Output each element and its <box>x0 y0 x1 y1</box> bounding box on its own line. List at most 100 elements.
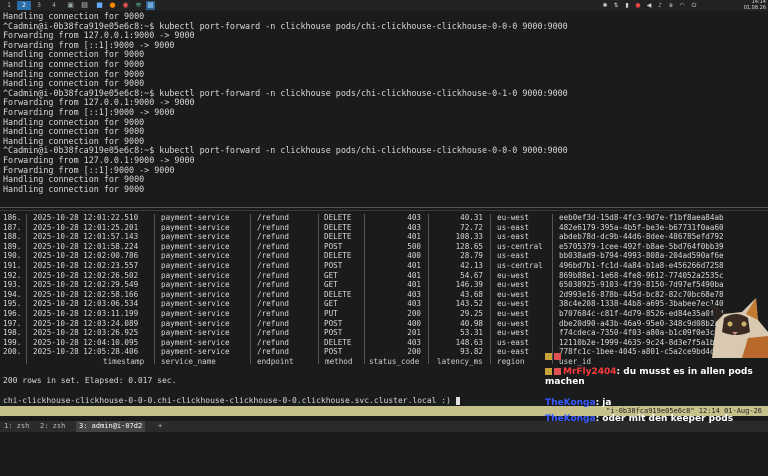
table-cell: 28.79 <box>460 251 483 261</box>
table-cell: /refund <box>257 289 290 299</box>
battery-icon[interactable]: ▮ <box>623 1 631 10</box>
table-cell: 2025-10-28 12:01:25.201 <box>33 222 139 232</box>
table-row: 192. 2025-10-28 12:02:26.502 payment-servi… <box>3 271 743 281</box>
column-separator <box>490 214 491 364</box>
chat-username: TheKonga <box>545 414 596 424</box>
table-cell: 188. <box>3 232 22 242</box>
chat-text: : oder mit den keeper pods <box>595 414 734 424</box>
table-cell: payment-service <box>161 213 230 222</box>
table-cell: 128.65 <box>455 241 483 251</box>
table-cell: 186. <box>3 213 22 222</box>
table-cell: DELETE <box>324 289 352 299</box>
column-header: service_name <box>161 357 216 366</box>
table-cell: payment-service <box>161 289 230 299</box>
table-cell: 194. <box>3 289 22 299</box>
column-header: endpoint <box>257 357 294 366</box>
table-row: 188. 2025-10-28 12:01:57.143 payment-servi… <box>3 232 743 242</box>
table-cell: payment-service <box>161 251 230 261</box>
chat-username: TheKonga <box>545 398 596 408</box>
workspace-3[interactable]: 3 <box>32 1 46 10</box>
volume-icon[interactable]: ◀ <box>645 1 653 10</box>
table-cell: 190. <box>3 251 22 261</box>
record-icon[interactable]: ● <box>634 1 642 10</box>
table-cell: GET <box>324 280 338 290</box>
table-cell: 54.67 <box>460 270 483 280</box>
table-cell: eu-west <box>497 280 530 290</box>
table-cell: 400 <box>407 318 421 328</box>
table-cell: 187. <box>3 222 22 232</box>
table-cell: 40.98 <box>460 318 483 328</box>
table-cell: payment-service <box>161 280 230 290</box>
clickhouse-prompt[interactable]: chi-clickhouse-clickhouse-0-0-0.chi-clic… <box>3 396 460 405</box>
table-row: 186. 2025-10-28 12:01:22.510 payment-servi… <box>3 213 743 223</box>
workspace-2[interactable]: 2 <box>17 1 31 10</box>
folder-icon[interactable]: ■ <box>95 1 104 10</box>
table-top-border <box>0 210 768 211</box>
tab-admin[interactable]: 3: admin@i-07d2 <box>76 421 146 432</box>
table-cell: 93.82 <box>460 347 483 357</box>
table-row: 189. 2025-10-28 12:01:58.224 payment-servi… <box>3 242 743 252</box>
editor-icon[interactable]: ≋ <box>134 1 143 10</box>
active-window-icon[interactable]: ▦ <box>146 1 155 10</box>
power-icon[interactable]: ⏻ <box>690 1 698 10</box>
table-cell: 192. <box>3 270 22 280</box>
table-cell: 193. <box>3 280 22 290</box>
table-cell: eu-west <box>497 299 530 309</box>
table-cell: PUT <box>324 309 338 318</box>
clock[interactable]: 14:14 01.08.26 <box>744 0 766 11</box>
table-cell: 403 <box>407 222 421 232</box>
workspace-1[interactable]: 1 <box>2 1 16 10</box>
table-cell: 403 <box>407 213 421 222</box>
table-cell: 200 <box>407 309 421 318</box>
table-row: 194. 2025-10-28 12:02:58.166 payment-servi… <box>3 290 743 300</box>
table-cell: 482e6179-395a-4b5f-be3e-b67731f0aa60 <box>559 222 724 232</box>
table-cell: POST <box>324 241 343 251</box>
firefox-icon[interactable]: ● <box>108 1 117 10</box>
table-cell: 2025-10-28 12:02:26.502 <box>33 270 139 280</box>
table-cell: eu-west <box>497 270 530 280</box>
table-cell: 65038925-9103-4f39-8150-7d97ef5490ba <box>559 280 724 290</box>
wifi-icon[interactable]: ◠ <box>678 1 686 10</box>
cat-webcam-overlay <box>710 298 768 358</box>
chat-message: MrFly2404: du musst es in allen pods mac… <box>545 367 768 387</box>
system-top-bar: 1 2 3 4 ▣ ▤ ■ ● ◉ ≋ ▦ ✱ ⇅ ▮ ● ◀ ♪ ʙ ◠ ⏻ … <box>0 0 768 11</box>
table-cell: 148.63 <box>455 337 483 347</box>
table-cell: e5705379-1cee-492f-b8ae-5bd764f0bb39 <box>559 241 724 251</box>
column-separator <box>154 214 155 364</box>
table-cell: payment-service <box>161 232 230 242</box>
table-cell: 2025-10-28 12:05:28.406 <box>33 347 139 357</box>
tab-zsh-1[interactable]: 1: zsh <box>4 421 29 432</box>
table-cell: 72.72 <box>460 222 483 232</box>
table-cell: 403 <box>407 299 421 309</box>
table-cell: /refund <box>257 232 290 242</box>
terminal-app-icon[interactable]: ▣ <box>66 1 75 10</box>
table-cell: 401 <box>407 270 421 280</box>
table-cell: payment-service <box>161 318 230 328</box>
table-cell: payment-service <box>161 261 230 270</box>
table-cell: 401 <box>407 232 421 242</box>
table-cell: 401 <box>407 261 421 270</box>
network-icon[interactable]: ⇅ <box>612 1 620 10</box>
workspace-4[interactable]: 4 <box>47 1 61 10</box>
files-app-icon[interactable]: ▤ <box>80 1 89 10</box>
table-cell: 2025-10-28 12:03:11.199 <box>33 309 139 318</box>
table-row: 187. 2025-10-28 12:01:25.201 payment-servi… <box>3 223 743 233</box>
column-separator <box>428 214 429 364</box>
table-cell: 2025-10-28 12:01:22.510 <box>33 213 139 222</box>
table-cell: eu-west <box>497 213 530 222</box>
table-cell: /refund <box>257 347 290 357</box>
table-cell: 43.68 <box>460 289 483 299</box>
prompt-text: chi-clickhouse-clickhouse-0-0-0.chi-clic… <box>3 396 456 405</box>
table-cell: 200. <box>3 347 22 357</box>
table-cell: 400 <box>407 251 421 261</box>
settings-icon[interactable]: ✱ <box>601 1 609 10</box>
table-cell: /refund <box>257 299 290 309</box>
bluetooth-icon[interactable]: ʙ <box>667 1 675 10</box>
table-cell: 2025-10-28 12:02:58.166 <box>33 289 139 299</box>
new-tab-button[interactable]: + <box>158 421 162 432</box>
tab-zsh-2[interactable]: 2: zsh <box>40 421 65 432</box>
browser-icon[interactable]: ◉ <box>121 1 130 10</box>
table-cell: payment-service <box>161 299 230 309</box>
table-cell: 42.13 <box>460 261 483 270</box>
mic-icon[interactable]: ♪ <box>656 1 664 10</box>
